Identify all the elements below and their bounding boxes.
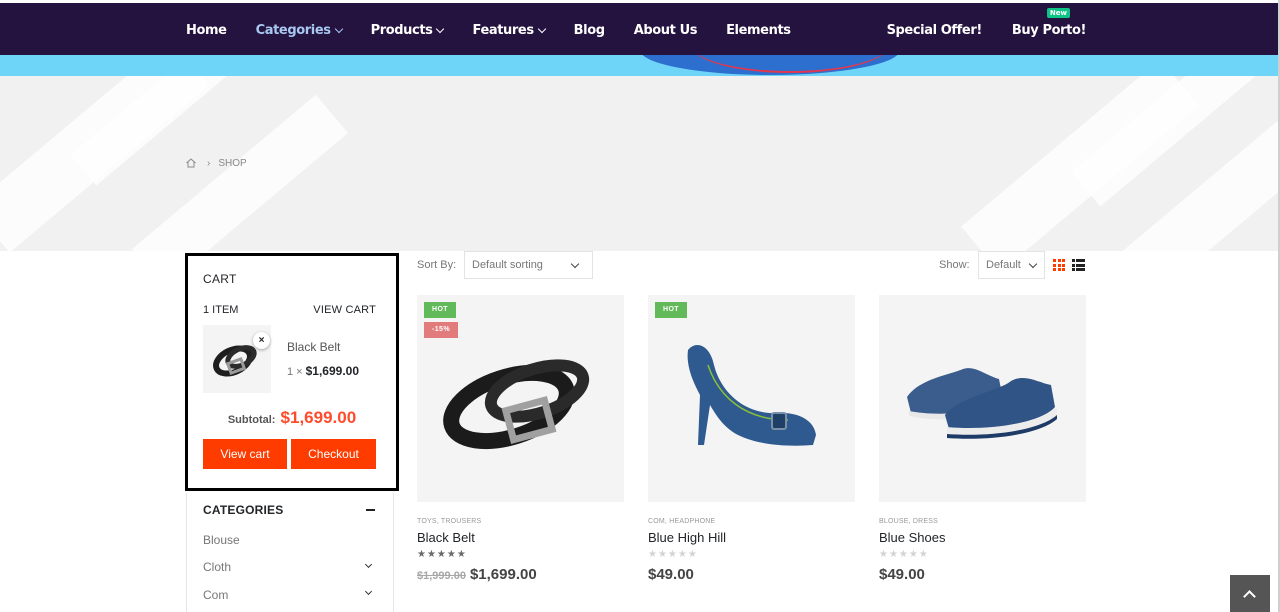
nav-item-elements[interactable]: Elements	[726, 23, 791, 38]
chevron-down-icon	[334, 24, 343, 33]
remove-item-button[interactable]: ×	[253, 332, 270, 349]
top-navigation-bar: Home Categories Products Features Blog A…	[0, 0, 1280, 55]
chevron-up-icon	[1243, 590, 1256, 603]
categories-title: CATEGORIES	[203, 503, 284, 517]
chevron-down-icon	[1028, 259, 1038, 269]
product-price: $1,999.00 $1,699.00	[417, 566, 624, 583]
special-offer-label: Special Offer!	[886, 23, 983, 38]
nav-item-features[interactable]: Features	[472, 23, 546, 38]
subtotal-label: Subtotal:	[227, 414, 276, 426]
blue-shoes-image	[907, 368, 1057, 439]
nav-item-label: Features	[472, 23, 534, 38]
breadcrumb: › SHOP	[185, 157, 247, 169]
nav-item-label: Categories	[255, 23, 331, 38]
show-select-value: Default	[986, 259, 1021, 271]
cart-title: CART	[203, 272, 237, 286]
cart-item-count: 1 ITEM	[203, 304, 239, 316]
product-card[interactable]: BLOUSE, DRESS Blue Shoes ★★★★★ $49.00	[879, 295, 1086, 583]
rating-stars: ★★★★★	[417, 549, 467, 560]
cart-item-qty: 1 ×	[287, 366, 303, 378]
main-menu: Home Categories Products Features Blog A…	[186, 3, 820, 58]
nav-item-label: Home	[186, 23, 227, 38]
category-item-cloth[interactable]: Cloth	[203, 560, 231, 574]
subtotal-amount: $1,699.00	[280, 408, 357, 427]
current-price: $49.00	[879, 566, 925, 583]
sort-by-label: Sort By:	[417, 259, 457, 271]
nav-item-label: Products	[370, 23, 433, 38]
nav-item-blog[interactable]: Blog	[574, 23, 605, 38]
product-card[interactable]: HOT COM, HEADPHONE Blue High Hill ★★★★★ …	[648, 295, 855, 583]
nav-item-label: Elements	[726, 23, 791, 38]
cart-widget: CART 1 ITEM VIEW CART × Black Belt 1 × $1…	[185, 253, 399, 491]
scroll-to-top-button[interactable]	[1230, 575, 1270, 612]
show-label: Show:	[939, 259, 970, 271]
breadcrumb-separator: ›	[207, 157, 211, 169]
product-price: $49.00	[879, 566, 1086, 583]
promo-banner-strip	[0, 55, 1278, 76]
collapse-icon[interactable]	[366, 509, 375, 511]
product-card[interactable]: HOT -15% TOYS, TROUSERS Black Belt ★★★★★…	[417, 295, 624, 583]
page-header: › SHOP	[0, 76, 1278, 251]
background-decoration	[70, 76, 250, 186]
product-price: $49.00	[648, 566, 855, 583]
rating-stars: ★★★★★	[648, 549, 698, 560]
product-title[interactable]: Black Belt	[417, 530, 624, 545]
current-price: $1,699.00	[469, 566, 537, 583]
cart-item-name[interactable]: Black Belt	[287, 340, 340, 354]
nav-item-categories[interactable]: Categories	[255, 23, 343, 38]
product-image[interactable]: HOT -15%	[417, 295, 624, 502]
cart-subtotal: Subtotal: $1,699.00	[188, 408, 396, 428]
chevron-down-icon	[436, 24, 445, 33]
nav-item-home[interactable]: Home	[186, 23, 227, 38]
show-count-select[interactable]: Default	[978, 251, 1045, 279]
view-cart-button[interactable]: View cart	[203, 439, 287, 469]
home-icon[interactable]	[185, 157, 197, 169]
nav-item-label: Blog	[573, 23, 605, 38]
category-item-blouse[interactable]: Blouse	[203, 533, 240, 547]
chevron-down-icon	[537, 24, 546, 33]
rating-stars: ★★★★★	[879, 549, 929, 560]
high-heel-image	[687, 345, 816, 446]
nav-item-label: About Us	[633, 23, 698, 38]
nav-item-about-us[interactable]: About Us	[633, 23, 698, 38]
chevron-down-icon[interactable]	[364, 560, 373, 569]
nav-right-links: Special Offer! New Buy Porto!	[857, 3, 1086, 58]
product-title[interactable]: Blue High Hill	[648, 530, 855, 545]
product-categories[interactable]: COM, HEADPHONE	[648, 518, 855, 525]
chevron-down-icon	[570, 259, 580, 269]
list-view-icon[interactable]	[1072, 259, 1085, 271]
cart-item-quantity: 1 × $1,699.00	[287, 364, 359, 378]
current-price: $49.00	[648, 566, 694, 583]
category-item-com[interactable]: Com	[203, 588, 228, 602]
chevron-down-icon[interactable]	[364, 587, 373, 596]
checkout-button[interactable]: Checkout	[291, 439, 376, 469]
product-title[interactable]: Blue Shoes	[879, 530, 1086, 545]
buy-porto-label: Buy Porto!	[1011, 23, 1087, 38]
cart-item-price: $1,699.00	[305, 364, 359, 378]
special-offer-link[interactable]: Special Offer!	[886, 23, 983, 38]
view-cart-link[interactable]: VIEW CART	[313, 304, 376, 316]
categories-widget: CATEGORIES Blouse Cloth Com	[186, 493, 394, 612]
product-image[interactable]	[879, 295, 1086, 502]
buy-porto-link[interactable]: New Buy Porto!	[1011, 8, 1087, 38]
hot-badge: HOT	[424, 302, 456, 318]
breadcrumb-current: SHOP	[218, 157, 247, 169]
hot-badge: HOT	[655, 302, 687, 318]
product-categories[interactable]: BLOUSE, DRESS	[879, 518, 1086, 525]
old-price: $1,999.00	[417, 570, 466, 582]
grid-view-icon[interactable]	[1053, 259, 1065, 271]
product-categories[interactable]: TOYS, TROUSERS	[417, 518, 624, 525]
discount-badge: -15%	[424, 322, 458, 338]
product-image[interactable]: HOT	[648, 295, 855, 502]
sort-select-value: Default sorting	[472, 259, 543, 271]
nav-item-products[interactable]: Products	[370, 23, 445, 38]
sort-select[interactable]: Default sorting	[464, 251, 593, 279]
new-badge: New	[1046, 8, 1070, 18]
